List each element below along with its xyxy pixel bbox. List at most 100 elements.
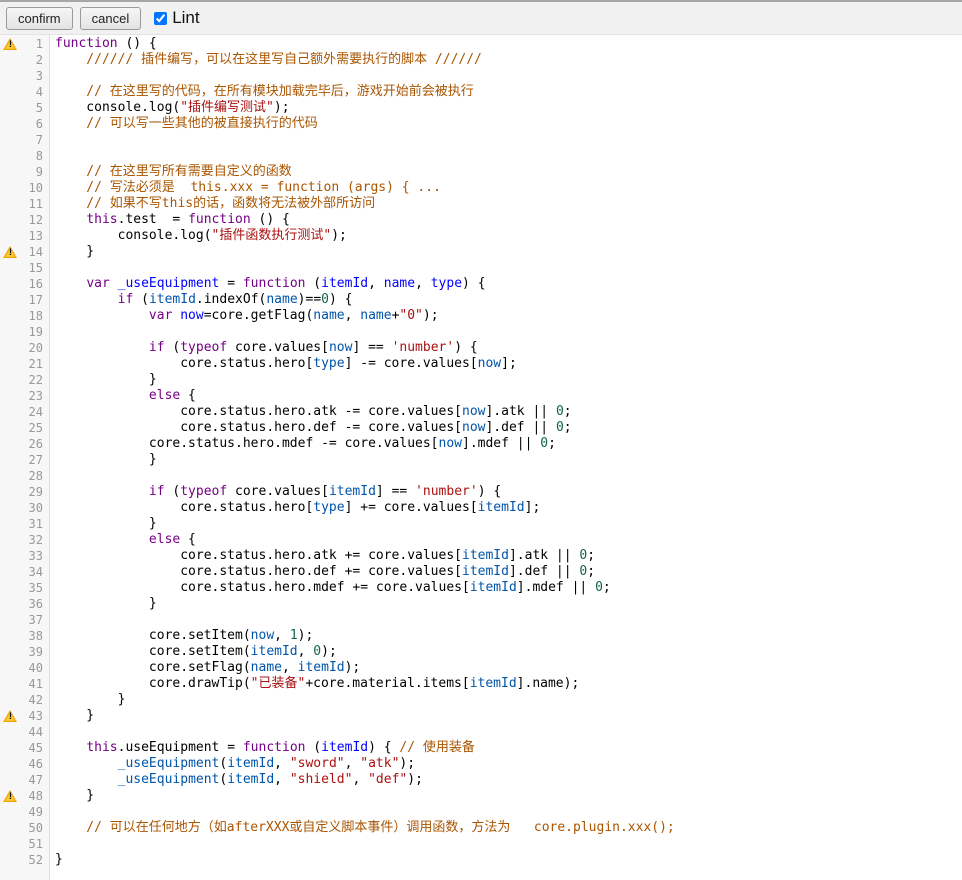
gutter-marker [0,820,20,836]
code-line[interactable]: 13 console.log("插件函数执行测试"); [0,228,962,244]
line-number: 25 [20,420,50,436]
code-line[interactable]: 16 var _useEquipment = function (itemId,… [0,276,962,292]
gutter-marker [0,596,20,612]
code-line[interactable]: 21 core.status.hero[type] -= core.values… [0,356,962,372]
code-text: // 在这里写的代码，在所有模块加载完毕后，游戏开始前会被执行 [50,84,474,100]
code-line[interactable]: 52} [0,852,962,868]
code-line[interactable]: 19 [0,324,962,340]
code-line[interactable]: 37 [0,612,962,628]
code-line[interactable]: 17 if (itemId.indexOf(name)==0) { [0,292,962,308]
code-line[interactable]: 30 core.status.hero[type] += core.values… [0,500,962,516]
code-line[interactable]: 24 core.status.hero.atk -= core.values[n… [0,404,962,420]
code-line[interactable]: 29 if (typeof core.values[itemId] == 'nu… [0,484,962,500]
gutter-marker [0,660,20,676]
code-line[interactable]: 28 [0,468,962,484]
code-text: // 写法必须是 this.xxx = function (args) { ..… [50,180,441,196]
code-text: core.setFlag(name, itemId); [50,660,360,676]
line-number: 26 [20,436,50,452]
lint-warning-icon[interactable] [3,246,17,258]
gutter-marker [0,372,20,388]
line-number: 19 [20,324,50,340]
line-number: 10 [20,180,50,196]
code-text [50,324,55,340]
gutter-marker [0,580,20,596]
code-line[interactable]: 40 core.setFlag(name, itemId); [0,660,962,676]
code-line[interactable]: 44 [0,724,962,740]
confirm-button[interactable]: confirm [6,7,73,30]
code-line[interactable]: 45 this.useEquipment = function (itemId)… [0,740,962,756]
code-line[interactable]: 12 this.test = function () { [0,212,962,228]
code-line[interactable]: 42 } [0,692,962,708]
code-line[interactable]: 49 [0,804,962,820]
code-line[interactable]: 25 core.status.hero.def -= core.values[n… [0,420,962,436]
code-line[interactable]: 38 core.setItem(now, 1); [0,628,962,644]
code-line[interactable]: 36 } [0,596,962,612]
lint-warning-marker[interactable] [0,36,20,52]
code-line[interactable]: 32 else { [0,532,962,548]
code-line[interactable]: 10 // 写法必须是 this.xxx = function (args) {… [0,180,962,196]
code-line[interactable]: 47 _useEquipment(itemId, "shield", "def"… [0,772,962,788]
line-number: 13 [20,228,50,244]
code-text: } [50,788,94,804]
code-line[interactable]: 23 else { [0,388,962,404]
code-text: console.log("插件函数执行测试"); [50,228,347,244]
code-line[interactable]: 7 [0,132,962,148]
code-line[interactable]: 11 // 如果不写this的话，函数将无法被外部所访问 [0,196,962,212]
gutter-marker [0,116,20,132]
code-line[interactable]: 3 [0,68,962,84]
code-line[interactable]: 27 } [0,452,962,468]
lint-warning-icon[interactable] [3,790,17,802]
code-line[interactable]: 8 [0,148,962,164]
code-line[interactable]: 39 core.setItem(itemId, 0); [0,644,962,660]
lint-warning-marker[interactable] [0,788,20,804]
cancel-button[interactable]: cancel [80,7,142,30]
lint-checkbox[interactable] [154,12,167,25]
lint-warning-icon[interactable] [3,710,17,722]
lint-warning-marker[interactable] [0,708,20,724]
code-line[interactable]: 18 var now=core.getFlag(name, name+"0"); [0,308,962,324]
code-line[interactable]: 20 if (typeof core.values[now] == 'numbe… [0,340,962,356]
code-line[interactable]: 34 core.status.hero.def += core.values[i… [0,564,962,580]
line-number: 18 [20,308,50,324]
line-number: 8 [20,148,50,164]
gutter-marker [0,212,20,228]
gutter-marker [0,740,20,756]
code-line[interactable]: 35 core.status.hero.mdef += core.values[… [0,580,962,596]
code-line[interactable]: 22 } [0,372,962,388]
code-line[interactable]: 46 _useEquipment(itemId, "sword", "atk")… [0,756,962,772]
code-line[interactable]: 2 ////// 插件编写，可以在这里写自己额外需要执行的脚本 ////// [0,52,962,68]
gutter-marker [0,516,20,532]
code-text: else { [50,388,196,404]
code-line[interactable]: 1function () { [0,36,962,52]
code-line[interactable]: 14 } [0,244,962,260]
line-number: 45 [20,740,50,756]
code-line[interactable]: 6 // 可以写一些其他的被直接执行的代码 [0,116,962,132]
code-line[interactable]: 33 core.status.hero.atk += core.values[i… [0,548,962,564]
code-line[interactable]: 9 // 在这里写所有需要自定义的函数 [0,164,962,180]
line-number: 5 [20,100,50,116]
gutter-marker [0,692,20,708]
code-line[interactable]: 4 // 在这里写的代码，在所有模块加载完毕后，游戏开始前会被执行 [0,84,962,100]
gutter-marker [0,148,20,164]
code-text: _useEquipment(itemId, "sword", "atk"); [50,756,415,772]
gutter-marker [0,420,20,436]
line-number: 43 [20,708,50,724]
gutter-marker [0,308,20,324]
code-editor[interactable]: 1function () {2 ////// 插件编写，可以在这里写自己额外需要… [0,35,962,880]
code-text: core.status.hero.def -= core.values[now]… [50,420,572,436]
lint-warning-icon[interactable] [3,38,17,50]
lint-toggle: Lint [154,8,199,28]
code-line[interactable]: 43 } [0,708,962,724]
code-line[interactable]: 48 } [0,788,962,804]
code-line[interactable]: 5 console.log("插件编写测试"); [0,100,962,116]
code-line[interactable]: 15 [0,260,962,276]
code-text: } [50,596,157,612]
gutter-marker [0,340,20,356]
code-line[interactable]: 41 core.drawTip("已装备"+core.material.item… [0,676,962,692]
code-line[interactable]: 31 } [0,516,962,532]
code-line[interactable]: 51 [0,836,962,852]
lint-warning-marker[interactable] [0,244,20,260]
code-line[interactable]: 26 core.status.hero.mdef -= core.values[… [0,436,962,452]
code-line[interactable]: 50 // 可以在任何地方（如afterXXX或自定义脚本事件）调用函数，方法为… [0,820,962,836]
line-number: 22 [20,372,50,388]
